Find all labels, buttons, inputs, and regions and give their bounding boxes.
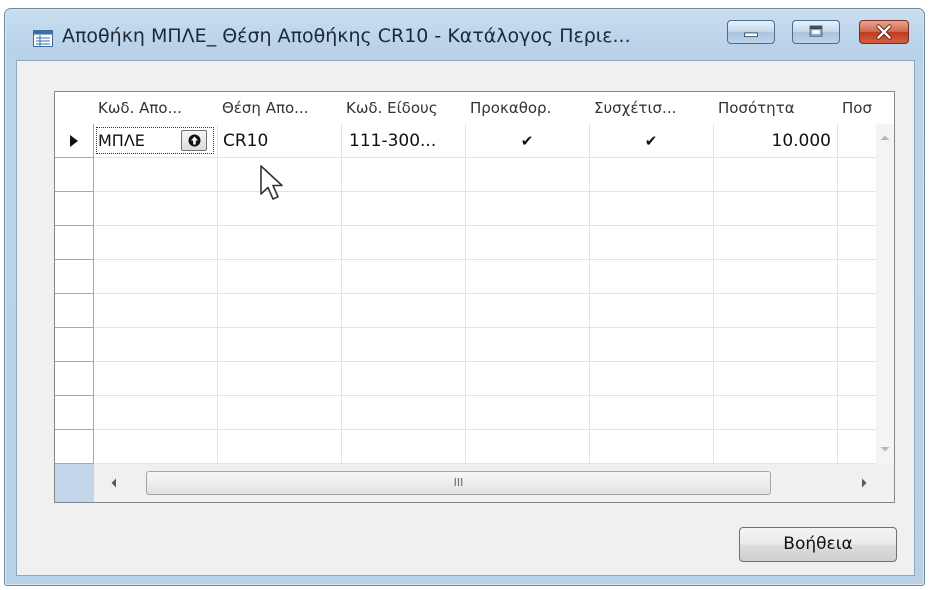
row-selector[interactable] — [55, 226, 94, 260]
current-row-arrow-icon — [70, 135, 78, 147]
scroll-left-arrow-icon[interactable] — [110, 478, 117, 488]
row-selector[interactable] — [55, 328, 94, 362]
arrow-up-icon — [188, 134, 201, 147]
location-code-value: ΜΠΛΕ — [98, 131, 145, 150]
row-divider — [94, 191, 876, 192]
row-divider — [94, 429, 876, 430]
scroll-down-arrow-icon[interactable] — [880, 446, 890, 453]
row-selector[interactable] — [55, 192, 94, 226]
vertical-scrollbar[interactable] — [876, 124, 894, 464]
column-header-quantity-truncated[interactable]: Ποσ — [838, 92, 876, 124]
column-divider — [465, 124, 466, 464]
scroll-grip: III — [453, 476, 464, 489]
row-selector-column — [55, 124, 94, 464]
horizontal-scrollbar[interactable]: III — [94, 464, 876, 502]
default-checkbox[interactable]: ✔ — [465, 124, 589, 158]
scroll-up-arrow-icon[interactable] — [880, 134, 890, 141]
column-header-item-no[interactable]: Κωδ. Είδους — [342, 92, 466, 124]
mouse-cursor-icon — [260, 165, 283, 200]
maximize-button[interactable] — [792, 20, 840, 44]
column-header-location-code[interactable]: Κωδ. Απο... — [94, 92, 218, 124]
row-divider — [94, 259, 876, 260]
row-selector[interactable] — [55, 362, 94, 396]
column-divider — [217, 124, 218, 464]
location-lookup-button[interactable] — [181, 130, 207, 151]
row-selector[interactable] — [55, 260, 94, 294]
bin-code-cell[interactable]: CR10 — [223, 124, 341, 158]
associated-checkbox[interactable]: ✔ — [589, 124, 713, 158]
minimize-icon — [744, 32, 758, 38]
column-divider — [589, 124, 590, 464]
window-title: Αποθήκη ΜΠΛΕ_ Θέση Αποθήκης CR10 - Κατάλ… — [62, 25, 631, 47]
item-no-cell[interactable]: 111-300... — [349, 124, 465, 158]
row-divider — [94, 395, 876, 396]
scroll-right-arrow-icon[interactable] — [861, 478, 868, 488]
table-body: ΜΠΛΕ CR10 111-300... ✔ ✔ 10.000 — [94, 124, 876, 464]
scroll-corner-right — [876, 464, 894, 502]
row-selector[interactable] — [55, 430, 94, 464]
table-header: Κωδ. Απο... Θέση Απο... Κωδ. Είδους Προκ… — [55, 92, 894, 124]
horizontal-scroll-thumb[interactable]: III — [146, 471, 771, 495]
column-header-associated[interactable]: Συσχέτισ... — [590, 92, 714, 124]
close-button[interactable] — [859, 20, 909, 44]
column-header-default[interactable]: Προκαθορ. — [466, 92, 590, 124]
row-divider — [94, 361, 876, 362]
column-divider — [341, 124, 342, 464]
title-bar[interactable]: Αποθήκη ΜΠΛΕ_ Θέση Αποθήκης CR10 - Κατάλ… — [5, 9, 924, 57]
help-button[interactable]: Βοήθεια — [739, 527, 897, 562]
bin-content-table: Κωδ. Απο... Θέση Απο... Κωδ. Είδους Προκ… — [54, 91, 895, 503]
column-divider — [837, 124, 838, 464]
form-body: Κωδ. Απο... Θέση Απο... Κωδ. Είδους Προκ… — [16, 60, 915, 576]
scroll-corner — [55, 464, 94, 502]
row-divider — [94, 225, 876, 226]
minimize-button[interactable] — [727, 20, 775, 44]
column-header-quantity[interactable]: Ποσότητα — [714, 92, 838, 124]
quantity-cell[interactable]: 10.000 — [713, 124, 831, 158]
row-divider — [94, 327, 876, 328]
table-row[interactable]: ΜΠΛΕ CR10 111-300... ✔ ✔ 10.000 — [94, 124, 876, 158]
close-icon — [876, 24, 892, 40]
column-header-bin-code[interactable]: Θέση Απο... — [218, 92, 342, 124]
row-selector[interactable] — [55, 396, 94, 430]
form-icon — [33, 30, 53, 47]
bin-contents-window: Αποθήκη ΜΠΛΕ_ Θέση Αποθήκης CR10 - Κατάλ… — [4, 8, 925, 586]
row-selector[interactable] — [55, 294, 94, 328]
maximize-icon — [809, 25, 823, 37]
column-divider — [713, 124, 714, 464]
row-divider — [94, 293, 876, 294]
row-selector[interactable] — [55, 124, 94, 158]
row-selector[interactable] — [55, 158, 94, 192]
